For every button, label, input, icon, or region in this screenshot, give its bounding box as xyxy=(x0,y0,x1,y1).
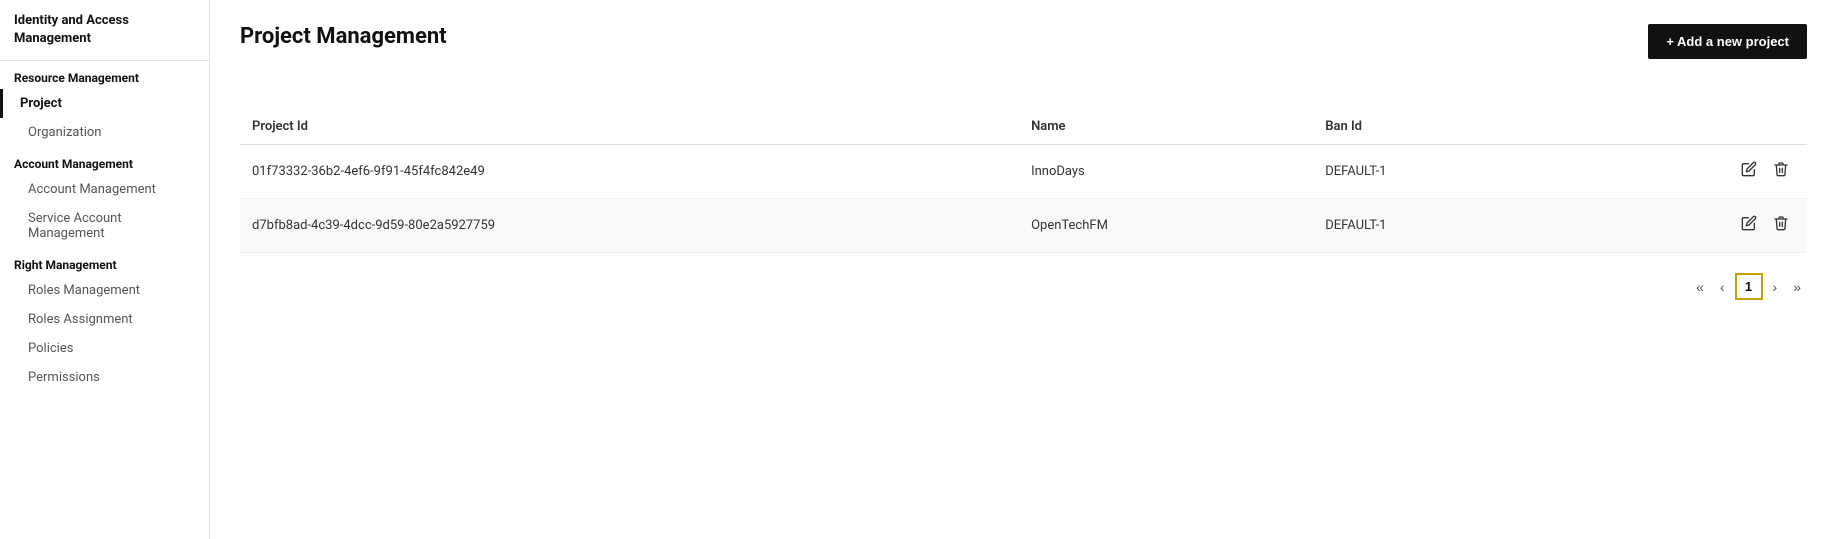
actions-container xyxy=(1574,211,1795,240)
next-page-button[interactable]: › xyxy=(1767,275,1784,299)
last-page-button[interactable]: » xyxy=(1787,275,1807,299)
add-project-button[interactable]: + Add a new project xyxy=(1648,24,1807,59)
cell-name: OpenTechFM xyxy=(1019,199,1313,253)
edit-button[interactable] xyxy=(1735,211,1763,240)
cell-actions xyxy=(1562,145,1807,199)
delete-button[interactable] xyxy=(1767,211,1795,240)
col-header-actions xyxy=(1562,109,1807,145)
first-page-button[interactable]: « xyxy=(1690,275,1710,299)
cell-ban-id: DEFAULT-1 xyxy=(1313,145,1562,199)
table-row: d7bfb8ad-4c39-4dcc-9d59-80e2a5927759Open… xyxy=(240,199,1807,253)
sidebar-item-project[interactable]: Project xyxy=(0,89,209,118)
cell-ban-id: DEFAULT-1 xyxy=(1313,199,1562,253)
sidebar-item-account-management[interactable]: Account Management xyxy=(0,175,209,204)
col-header-name: Name xyxy=(1019,109,1313,145)
trash-icon xyxy=(1773,161,1789,177)
delete-button[interactable] xyxy=(1767,157,1795,186)
sidebar-header: Identity and Access Management xyxy=(0,0,209,61)
projects-table: Project Id Name Ban Id 01f73332-36b2-4ef… xyxy=(240,109,1807,253)
sidebar-section-right-management: Right Management xyxy=(0,248,209,276)
prev-page-button[interactable]: ‹ xyxy=(1714,275,1731,299)
cell-actions xyxy=(1562,199,1807,253)
actions-container xyxy=(1574,157,1795,186)
cell-project-id: 01f73332-36b2-4ef6-9f91-45f4fc842e49 xyxy=(240,145,1019,199)
sidebar-item-service-account-management[interactable]: Service Account Management xyxy=(0,204,209,248)
current-page-button[interactable]: 1 xyxy=(1735,273,1763,300)
trash-icon xyxy=(1773,215,1789,231)
main-content: Project Management + Add a new project P… xyxy=(210,0,1837,539)
cell-name: InnoDays xyxy=(1019,145,1313,199)
sidebar: Identity and Access Management Resource … xyxy=(0,0,210,539)
pagination: « ‹ 1 › » xyxy=(240,273,1807,300)
sidebar-section-resource-management: Resource Management xyxy=(0,61,209,89)
sidebar-item-permissions[interactable]: Permissions xyxy=(0,363,209,392)
pencil-icon xyxy=(1741,215,1757,231)
cell-project-id: d7bfb8ad-4c39-4dcc-9d59-80e2a5927759 xyxy=(240,199,1019,253)
sidebar-section-account-management: Account Management xyxy=(0,147,209,175)
sidebar-item-roles-assignment[interactable]: Roles Assignment xyxy=(0,305,209,334)
page-title: Project Management xyxy=(240,24,447,49)
edit-button[interactable] xyxy=(1735,157,1763,186)
pencil-icon xyxy=(1741,161,1757,177)
table-row: 01f73332-36b2-4ef6-9f91-45f4fc842e49Inno… xyxy=(240,145,1807,199)
col-header-ban-id: Ban Id xyxy=(1313,109,1562,145)
sidebar-item-policies[interactable]: Policies xyxy=(0,334,209,363)
col-header-project-id: Project Id xyxy=(240,109,1019,145)
sidebar-item-organization[interactable]: Organization xyxy=(0,118,209,147)
sidebar-item-roles-management[interactable]: Roles Management xyxy=(0,276,209,305)
